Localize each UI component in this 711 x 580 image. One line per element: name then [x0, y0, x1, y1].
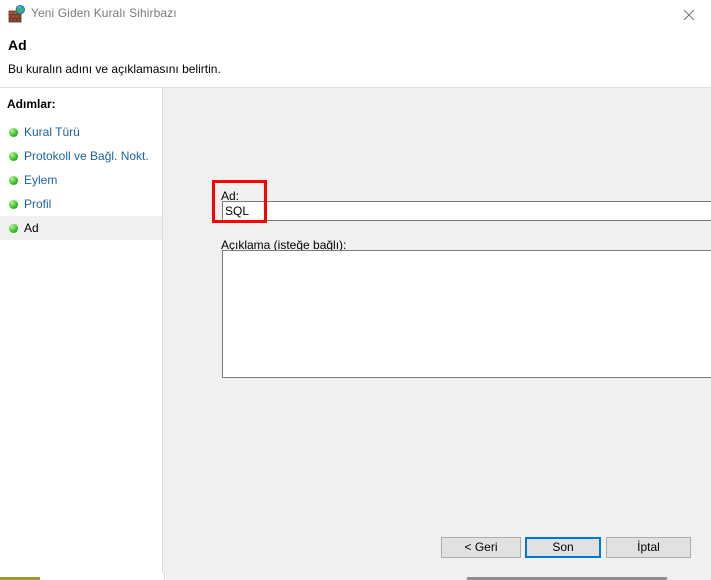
page-title: Ad — [8, 37, 27, 53]
finish-button[interactable]: Son — [525, 537, 601, 558]
main-content-panel: Ad: Açıklama (isteğe bağlı): — [163, 88, 711, 573]
sidebar-item-name[interactable]: Ad — [0, 216, 162, 240]
background-window-right-pane — [166, 573, 711, 580]
steps-list: Kural Türü Protokoll ve Bağl. Nokt. Eyle… — [0, 120, 162, 240]
green-bullet-icon — [9, 152, 18, 161]
steps-title: Adımlar: — [7, 97, 56, 111]
page-header: Ad Bu kuralın adını ve açıklamasını beli… — [0, 29, 711, 87]
title-bar: Yeni Giden Kuralı Sihirbazı — [0, 0, 711, 29]
green-bullet-icon — [9, 128, 18, 137]
green-bullet-icon — [9, 200, 18, 209]
sidebar-item-action[interactable]: Eylem — [0, 168, 162, 192]
name-input[interactable] — [222, 201, 711, 221]
new-outbound-rule-wizard-dialog: Yeni Giden Kuralı Sihirbazı Ad Bu kuralı… — [0, 0, 711, 573]
background-window-left-pane — [0, 573, 165, 580]
sidebar-item-profile[interactable]: Profil — [0, 192, 162, 216]
steps-sidebar: Adımlar: Kural Türü Protokoll ve Bağl. N… — [0, 88, 163, 573]
sidebar-item-label: Protokoll ve Bağl. Nokt. — [24, 149, 149, 163]
sidebar-item-label: Kural Türü — [24, 125, 80, 139]
close-button[interactable] — [666, 0, 711, 29]
sidebar-item-label: Ad — [24, 221, 39, 235]
window-title: Yeni Giden Kuralı Sihirbazı — [31, 6, 177, 20]
sidebar-item-label: Eylem — [24, 173, 58, 187]
description-input[interactable] — [222, 250, 711, 378]
green-bullet-icon — [9, 176, 18, 185]
back-button[interactable]: < Geri — [441, 537, 521, 558]
close-icon — [683, 9, 694, 20]
sidebar-item-rule-type[interactable]: Kural Türü — [0, 120, 162, 144]
cancel-button[interactable]: İptal — [606, 537, 691, 558]
background-window-strip — [0, 573, 711, 580]
green-bullet-icon — [9, 224, 18, 233]
page-subtitle: Bu kuralın adını ve açıklamasını belirti… — [8, 62, 221, 76]
sidebar-item-protocol-and-ports[interactable]: Protokoll ve Bağl. Nokt. — [0, 144, 162, 168]
firewall-icon — [8, 5, 26, 23]
sidebar-item-label: Profil — [24, 197, 52, 211]
